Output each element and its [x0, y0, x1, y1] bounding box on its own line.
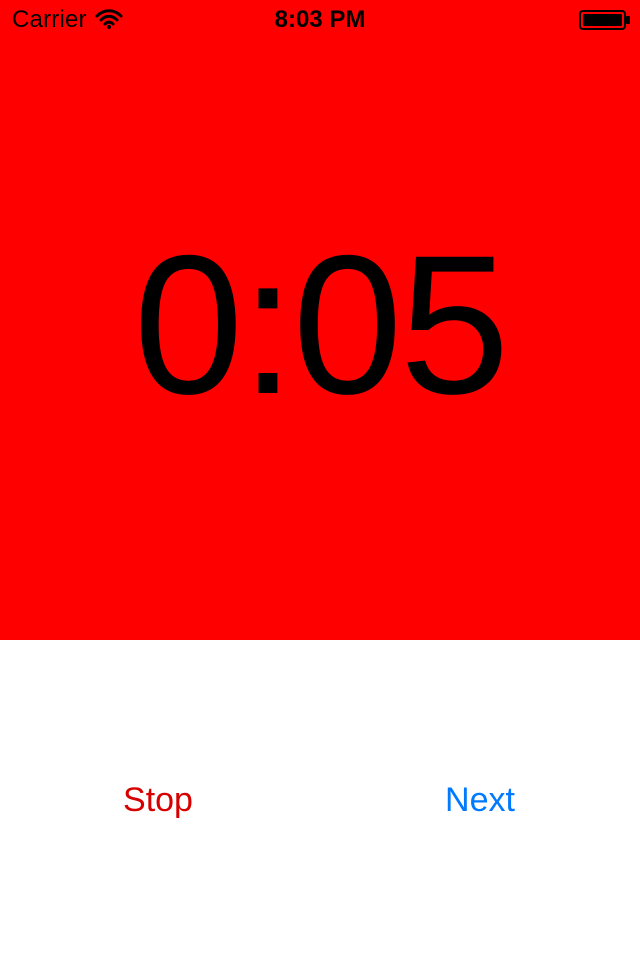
timer-screen: Carrier 8:03 PM 0:05 Stop Next — [0, 0, 640, 960]
next-button[interactable]: Next — [420, 778, 540, 822]
battery-icon — [579, 10, 630, 30]
timer-controls: Stop Next — [0, 640, 640, 960]
status-time: 8:03 PM — [274, 6, 366, 33]
timer-readout: 0:05 — [133, 214, 509, 435]
timer-panel: Carrier 8:03 PM 0:05 — [0, 0, 640, 640]
stop-button[interactable]: Stop — [98, 778, 218, 822]
status-bar: Carrier 8:03 PM — [0, 0, 640, 40]
